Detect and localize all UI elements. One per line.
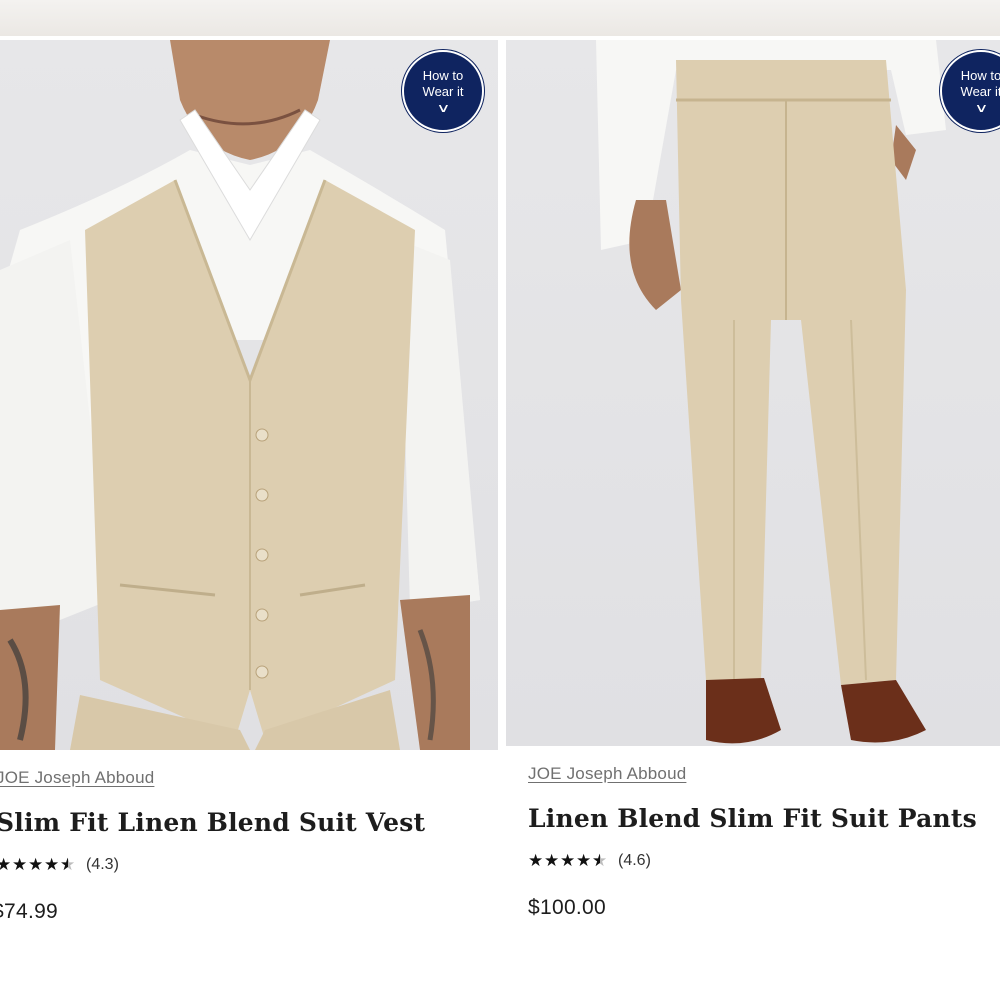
product-rating: ★ ★ ★ ★ ★ (4.6) <box>528 851 651 871</box>
badge-line-2: Wear it <box>960 84 1000 99</box>
product-title[interactable]: Slim Fit Linen Blend Suit Vest <box>0 808 425 837</box>
star-rating: ★ ★ ★ ★ ★ <box>0 855 76 875</box>
product-brand-link[interactable]: JOE Joseph Abboud <box>0 768 154 788</box>
product-image-vest[interactable]: How to Wear it ∨ <box>0 40 498 750</box>
product-card-vest[interactable]: How to Wear it ∨ JOE Joseph Abboud Slim … <box>0 40 498 923</box>
star-rating: ★ ★ ★ ★ ★ <box>528 851 608 871</box>
top-strip <box>0 0 1000 36</box>
star-icon: ★ <box>0 855 12 874</box>
chevron-down-icon: ∨ <box>973 101 989 115</box>
star-icon: ★ <box>560 851 576 870</box>
star-half-icon: ★ <box>60 856 76 875</box>
badge-line-1: How to <box>960 68 1000 83</box>
product-image-pants[interactable]: How to Wear it ∨ <box>506 40 1000 746</box>
vest-photo <box>0 40 480 750</box>
badge-line-1: How to <box>422 68 464 83</box>
star-icon: ★ <box>12 855 28 874</box>
product-brand-link[interactable]: JOE Joseph Abboud <box>528 764 686 784</box>
star-half-icon: ★ <box>592 852 608 871</box>
how-to-wear-it-button[interactable]: How to Wear it ∨ <box>402 50 484 132</box>
chevron-down-icon: ∨ <box>435 101 451 115</box>
rating-value: (4.3) <box>86 856 119 873</box>
product-price: $74.99 <box>0 900 59 923</box>
star-icon: ★ <box>544 851 560 870</box>
product-title[interactable]: Linen Blend Slim Fit Suit Pants <box>528 804 977 833</box>
badge-line-2: Wear it <box>422 84 464 99</box>
pants-photo <box>596 40 946 744</box>
product-price: $100.00 <box>528 896 607 919</box>
star-icon: ★ <box>576 851 592 870</box>
star-icon: ★ <box>28 855 44 874</box>
star-icon: ★ <box>528 851 544 870</box>
product-card-pants[interactable]: How to Wear it ∨ JOE Joseph Abboud Linen… <box>506 40 1000 919</box>
product-rating: ★ ★ ★ ★ ★ (4.3) <box>0 855 119 875</box>
rating-value: (4.6) <box>618 852 651 869</box>
star-icon: ★ <box>44 855 60 874</box>
